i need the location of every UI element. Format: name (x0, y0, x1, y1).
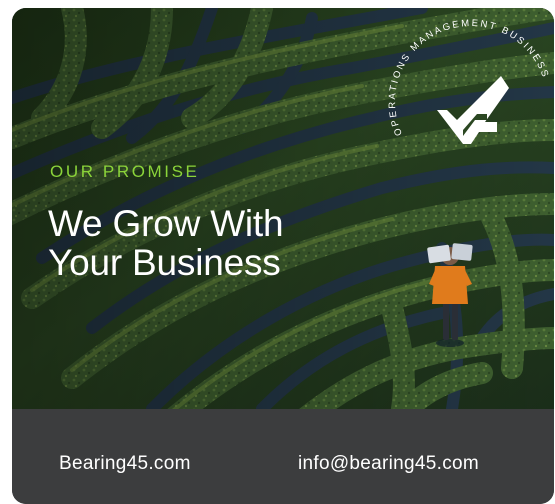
hero-image: OUR PROMISE We Grow With Your Business O… (12, 8, 554, 409)
email-link[interactable]: info@bearing45.com (298, 453, 479, 475)
headline: We Grow With Your Business (48, 203, 284, 283)
eyebrow-label: OUR PROMISE (50, 162, 200, 181)
logo-mark-icon (437, 76, 509, 144)
bearing45-logo: OPERATIONS MANAGEMENT BUSINESS (387, 18, 549, 144)
website-link[interactable]: Bearing45.com (59, 453, 191, 475)
promo-card: OUR PROMISE We Grow With Your Business O… (12, 8, 554, 504)
headline-line-1: We Grow With (48, 203, 284, 244)
headline-line-2: Your Business (48, 242, 281, 283)
contact-footer: Bearing45.com info@bearing45.com (12, 409, 554, 504)
